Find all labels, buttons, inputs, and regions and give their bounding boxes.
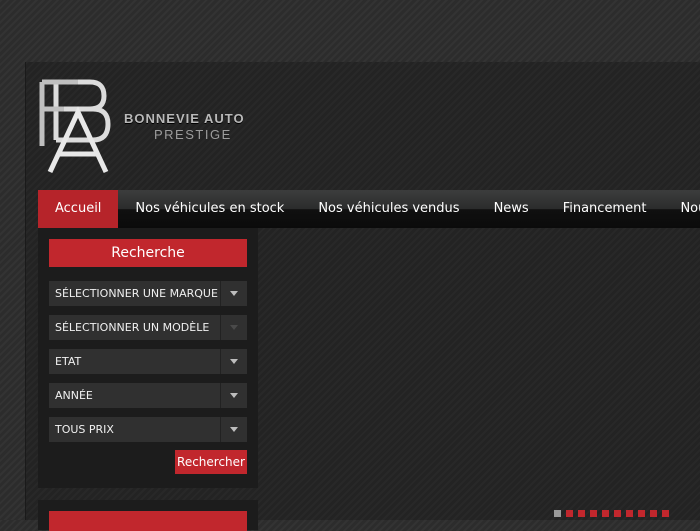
chevron-down-icon[interactable]: [220, 417, 247, 442]
search-button[interactable]: Rechercher: [175, 450, 247, 474]
slider-dot[interactable]: [614, 510, 621, 517]
price-select-label: TOUS PRIX: [55, 423, 114, 436]
brand-tagline: PRESTIGE: [154, 127, 232, 142]
chevron-down-icon[interactable]: [220, 383, 247, 408]
slider-dot[interactable]: [662, 510, 669, 517]
chevron-down-icon[interactable]: [220, 349, 247, 374]
nav-item-news[interactable]: News: [477, 190, 546, 228]
brand-name: BONNEVIE AUTO: [124, 111, 245, 126]
condition-select[interactable]: ETAT: [49, 349, 247, 374]
search-title: Recherche: [49, 239, 247, 267]
brand-select[interactable]: SÉLECTIONNER UNE MARQUE: [49, 281, 247, 306]
brand-select-label: SÉLECTIONNER UNE MARQUE: [55, 287, 218, 300]
nav-item-financement[interactable]: Financement: [546, 190, 664, 228]
slider-dot[interactable]: [650, 510, 657, 517]
bonnevie-logo[interactable]: [38, 76, 118, 176]
secondary-panel-header: [49, 511, 247, 531]
chevron-down-icon[interactable]: [220, 281, 247, 306]
slider-dot[interactable]: [626, 510, 633, 517]
nav-item-accueil[interactable]: Accueil: [38, 190, 119, 228]
slider-dot[interactable]: [578, 510, 585, 517]
secondary-panel: [38, 500, 258, 531]
year-select[interactable]: ANNÉE: [49, 383, 247, 408]
condition-select-label: ETAT: [55, 355, 82, 368]
page-container: BONNEVIE AUTO PRESTIGE Accueil Nos véhic…: [26, 62, 700, 531]
slider-dot[interactable]: [554, 510, 561, 517]
nav-item-vendus[interactable]: Nos véhicules vendus: [301, 190, 476, 228]
slider-dot[interactable]: [638, 510, 645, 517]
chevron-down-icon: [220, 315, 247, 340]
price-select[interactable]: TOUS PRIX: [49, 417, 247, 442]
model-select[interactable]: SÉLECTIONNER UN MODÈLE: [49, 315, 247, 340]
main-nav: Accueil Nos véhicules en stock Nos véhic…: [38, 190, 700, 228]
slider-pagination: [554, 510, 669, 517]
slider-dot[interactable]: [590, 510, 597, 517]
search-panel: Recherche SÉLECTIONNER UNE MARQUE SÉLECT…: [38, 228, 258, 488]
slider-dot[interactable]: [566, 510, 573, 517]
model-select-label: SÉLECTIONNER UN MODÈLE: [55, 321, 210, 334]
year-select-label: ANNÉE: [55, 389, 93, 402]
nav-item-stock[interactable]: Nos véhicules en stock: [118, 190, 301, 228]
nav-item-contact[interactable]: Nous co: [663, 190, 700, 228]
slider-dot[interactable]: [602, 510, 609, 517]
